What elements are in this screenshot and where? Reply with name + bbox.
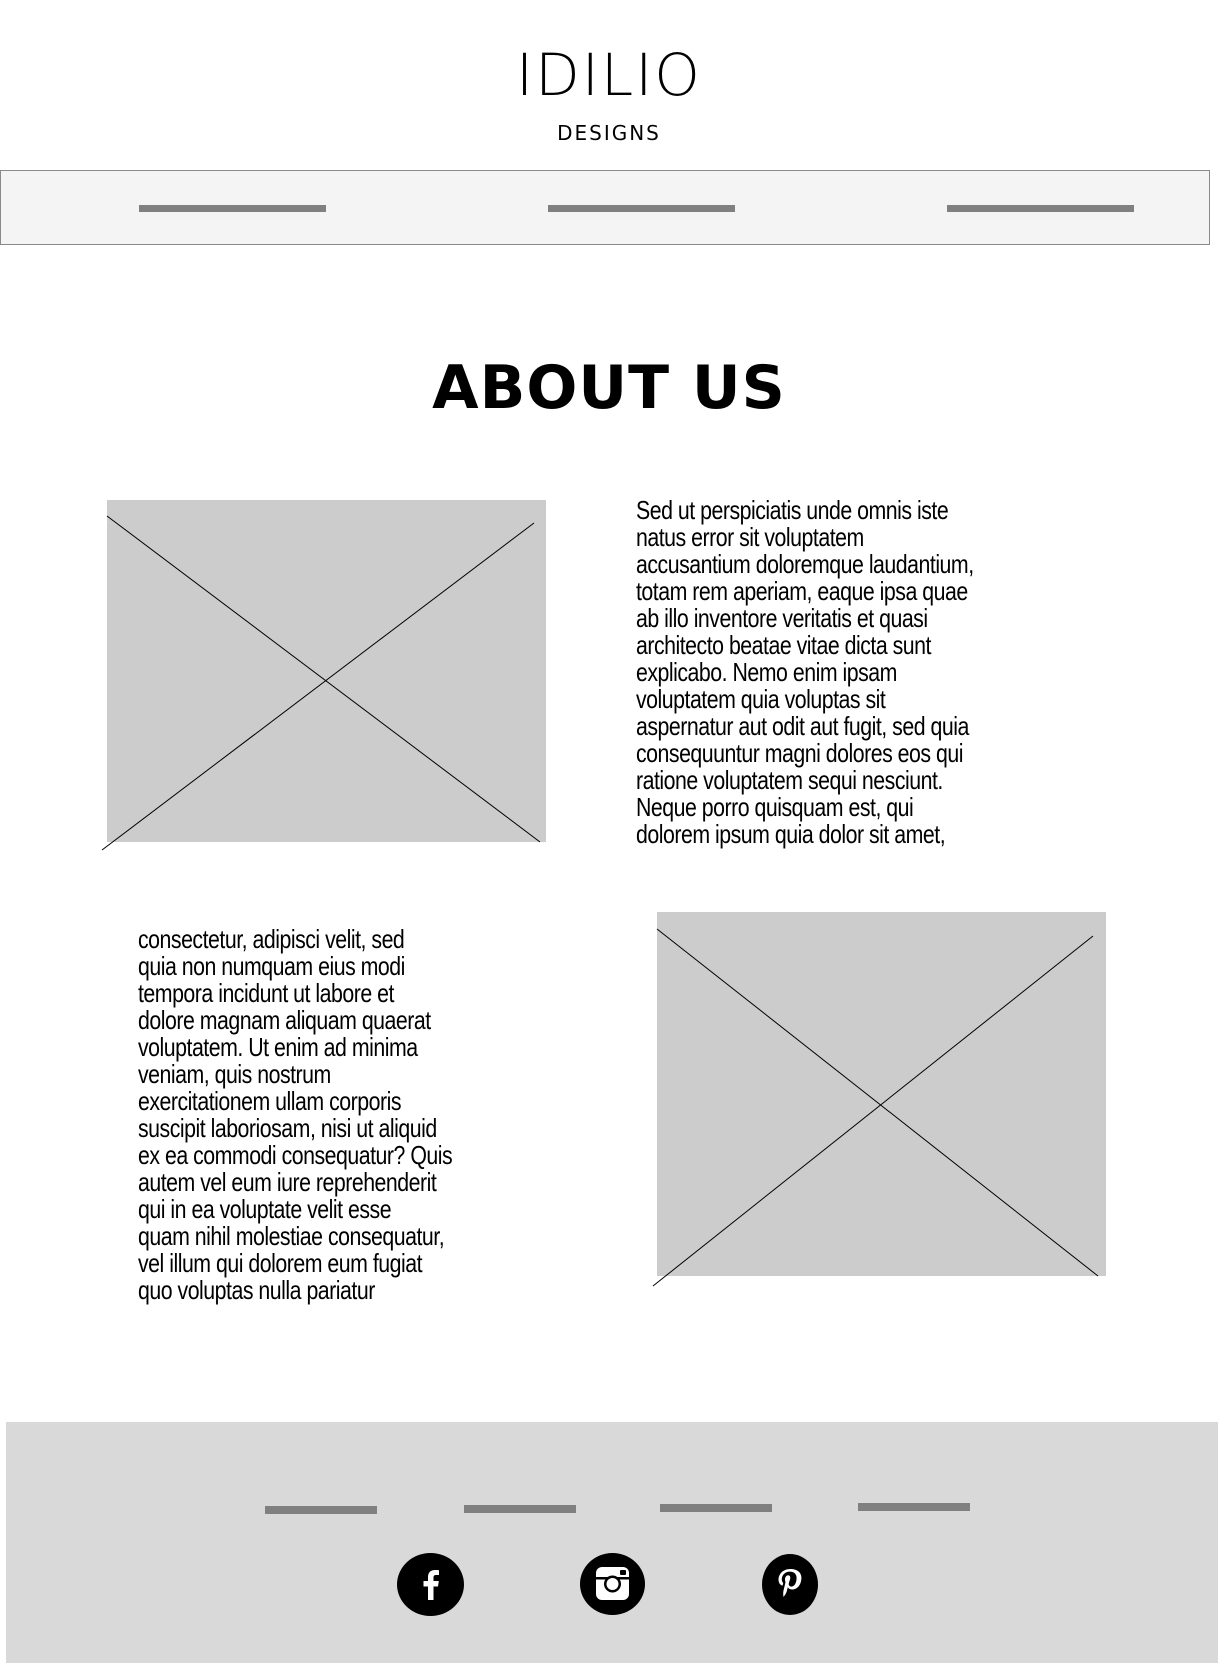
footer-link-2[interactable] (464, 1505, 576, 1513)
pinterest-icon (778, 1569, 802, 1597)
footer (6, 1422, 1218, 1663)
instagram-button[interactable] (580, 1553, 645, 1615)
instagram-icon (596, 1567, 629, 1600)
page-title: ABOUT US (432, 353, 786, 423)
nav-item-1[interactable] (139, 205, 326, 212)
nav-item-3[interactable] (947, 205, 1134, 212)
facebook-button[interactable] (397, 1553, 464, 1616)
footer-link-3[interactable] (660, 1504, 772, 1512)
facebook-icon (423, 1570, 439, 1600)
footer-link-4[interactable] (858, 1503, 970, 1511)
main-nav (0, 170, 1210, 245)
placeholder-cross-icon (652, 928, 1099, 1287)
footer-link-1[interactable] (265, 1506, 377, 1514)
image-placeholder-1 (101, 500, 546, 851)
brand-tagline: DESIGNS (557, 121, 661, 145)
about-paragraph-1: Sed ut perspiciatis unde omnis iste natu… (636, 495, 974, 849)
brand-logo[interactable]: IDILIO (0, 40, 1218, 110)
nav-item-2[interactable] (548, 205, 735, 212)
pinterest-button[interactable] (762, 1554, 818, 1615)
placeholder-cross-icon (101, 515, 541, 851)
image-placeholder-2 (652, 912, 1106, 1287)
about-paragraph-2: consectetur, adipisci velit, sed quia no… (138, 924, 453, 1305)
